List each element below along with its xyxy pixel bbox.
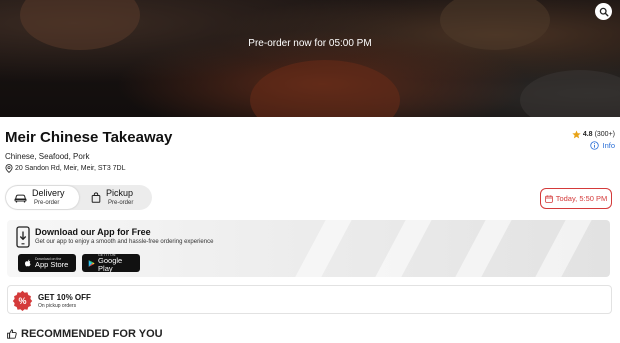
recommended-heading: RECOMMENDED FOR YOU bbox=[7, 328, 163, 340]
offer-title: GET 10% OFF bbox=[38, 293, 91, 302]
rating-count: (300+) bbox=[594, 131, 615, 138]
restaurant-cuisines: Chinese, Seafood, Pork bbox=[5, 152, 90, 161]
recommended-title: RECOMMENDED FOR YOU bbox=[21, 328, 163, 340]
google-play-name: Google Play bbox=[98, 256, 123, 273]
rating: 4.8 (300+) bbox=[572, 130, 615, 139]
google-play-icon bbox=[88, 259, 95, 267]
search-icon bbox=[599, 7, 609, 17]
app-banner-subtitle: Get our app to enjoy a smooth and hassle… bbox=[35, 239, 214, 245]
offer-subtitle: On pickup orders bbox=[38, 303, 77, 309]
hero-food-blob bbox=[250, 60, 400, 117]
info-label: Info bbox=[602, 141, 615, 150]
google-play-button[interactable]: GET IT ON Google Play bbox=[82, 253, 140, 273]
restaurant-address: 20 Sandon Rd, Meir, Meir, ST3 7DL bbox=[5, 164, 126, 173]
preorder-text: Pre-order now for 05:00 PM bbox=[248, 38, 372, 49]
pickup-label: Pickup bbox=[106, 188, 134, 198]
delivery-sub: Pre-order bbox=[34, 200, 60, 206]
discount-badge-symbol: % bbox=[18, 296, 26, 306]
calendar-icon bbox=[544, 194, 553, 203]
car-icon bbox=[14, 194, 27, 202]
rating-value: 4.8 bbox=[582, 131, 593, 138]
download-app-banner: Download our App for Free Get our app to… bbox=[7, 220, 610, 277]
search-button[interactable] bbox=[595, 3, 612, 20]
location-pin-icon bbox=[5, 164, 13, 173]
hero-food-blob bbox=[520, 70, 620, 117]
apple-icon bbox=[24, 259, 31, 266]
offer-card[interactable]: % GET 10% OFF On pickup orders bbox=[7, 285, 612, 314]
banner-stripe bbox=[443, 220, 517, 277]
pickup-option[interactable]: Pickup Pre-order bbox=[83, 186, 156, 209]
app-store-button[interactable]: Download on the App Store bbox=[18, 254, 76, 272]
discount-badge-icon: % bbox=[12, 290, 33, 311]
phone-download-icon bbox=[16, 226, 30, 248]
banner-stripe bbox=[363, 220, 437, 277]
restaurant-name: Meir Chinese Takeaway bbox=[5, 129, 173, 146]
pickup-sub: Pre-order bbox=[108, 200, 134, 206]
address-text: 20 Sandon Rd, Meir, Meir, ST3 7DL bbox=[15, 165, 126, 172]
app-store-name: App Store bbox=[35, 260, 69, 269]
order-mode-toggle: Delivery Pre-order Pickup Pre-order bbox=[5, 185, 152, 210]
info-link[interactable]: Info bbox=[590, 141, 615, 150]
app-banner-title: Download our App for Free bbox=[35, 227, 151, 237]
star-icon bbox=[572, 130, 581, 139]
schedule-time-button[interactable]: Today, 5:50 PM bbox=[540, 188, 612, 209]
info-icon bbox=[590, 141, 600, 150]
banner-stripe bbox=[523, 220, 597, 277]
banner-stripe bbox=[283, 220, 357, 277]
thumbs-up-icon bbox=[7, 329, 17, 339]
schedule-time-label: Today, 5:50 PM bbox=[555, 194, 608, 203]
delivery-label: Delivery bbox=[32, 188, 65, 198]
hero-banner: Pre-order now for 05:00 PM bbox=[0, 0, 620, 117]
delivery-option[interactable]: Delivery Pre-order bbox=[6, 186, 79, 209]
bag-icon bbox=[91, 192, 101, 203]
